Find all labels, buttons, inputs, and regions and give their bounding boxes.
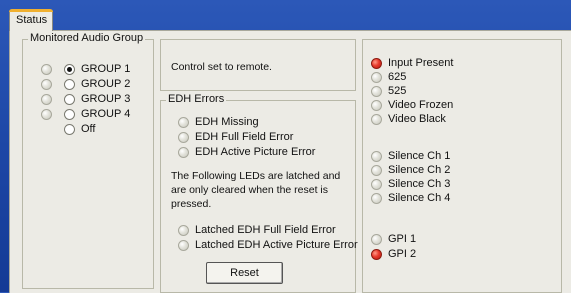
group-4-radio[interactable]: [64, 108, 75, 120]
video-frozen-label: Video Frozen: [388, 99, 454, 111]
group-4-label: GROUP 4: [81, 108, 131, 120]
gpi1-label: GPI 1: [388, 233, 417, 245]
reset-button[interactable]: Reset: [206, 262, 283, 284]
edh-active-picture-led: [178, 146, 189, 158]
group-2-led: [41, 78, 52, 90]
off-label: Off: [81, 123, 96, 135]
silence-ch1-row: Silence Ch 1: [371, 150, 450, 162]
edh-active-picture-label: EDH Active Picture Error: [195, 146, 316, 158]
silence-ch2-led: [371, 164, 382, 176]
group-4-led: [41, 108, 52, 120]
silence-ch4-led: [371, 192, 382, 204]
silence-ch1-led: [371, 150, 382, 162]
group-1-label: GROUP 1: [81, 63, 131, 75]
525-row: 525: [371, 85, 406, 97]
group-2-radio[interactable]: [64, 78, 75, 90]
video-frozen-row: Video Frozen: [371, 99, 453, 111]
tab-status[interactable]: Status: [9, 9, 53, 31]
status-panel: Monitored Audio Group GROUP 1 GROUP 2 GR…: [9, 30, 571, 293]
gpi2-label: GPI 2: [388, 248, 417, 260]
edh-full-field-label: EDH Full Field Error: [195, 131, 294, 143]
silence-ch3-row: Silence Ch 3: [371, 178, 450, 190]
silence-ch2-row: Silence Ch 2: [371, 164, 450, 176]
silence-ch4-row: Silence Ch 4: [371, 192, 450, 204]
group-1-led: [41, 63, 52, 75]
edh-full-field-led: [178, 131, 189, 143]
625-led: [371, 71, 382, 83]
audio-group-box: Monitored Audio Group: [22, 32, 154, 289]
control-message: Control set to remote.: [171, 61, 272, 73]
525-label: 525: [388, 85, 407, 97]
video-frozen-led: [371, 99, 382, 111]
latched-full-field-row: Latched EDH Full Field Error: [178, 224, 336, 236]
gpi2-row: GPI 2: [371, 248, 416, 260]
edh-active-picture-row: EDH Active Picture Error: [178, 146, 315, 158]
input-present-row: Input Present: [371, 57, 453, 69]
audio-group-option-1[interactable]: GROUP 1: [41, 63, 130, 75]
latched-full-field-led: [178, 224, 189, 236]
audio-group-title: Monitored Audio Group: [28, 32, 146, 44]
edh-missing-led: [178, 116, 189, 128]
625-row: 625: [371, 71, 406, 83]
edh-missing-label: EDH Missing: [195, 116, 259, 128]
latched-full-field-label: Latched EDH Full Field Error: [195, 224, 336, 236]
silence-ch3-label: Silence Ch 3: [388, 178, 451, 190]
group-1-radio[interactable]: [64, 63, 75, 75]
silence-ch2-label: Silence Ch 2: [388, 164, 451, 176]
group-2-label: GROUP 2: [81, 78, 131, 90]
input-present-led: [371, 57, 382, 69]
audio-group-option-3[interactable]: GROUP 3: [41, 93, 130, 105]
off-radio[interactable]: [64, 123, 75, 135]
latched-active-picture-label: Latched EDH Active Picture Error: [195, 239, 358, 251]
latched-active-picture-led: [178, 239, 189, 251]
input-present-label: Input Present: [388, 57, 454, 69]
625-label: 625: [388, 71, 407, 83]
latched-note: The Following LEDs are latched and are o…: [171, 170, 341, 210]
silence-ch3-led: [371, 178, 382, 190]
video-black-label: Video Black: [388, 113, 446, 125]
audio-group-option-4[interactable]: GROUP 4: [41, 108, 130, 120]
silence-ch1-label: Silence Ch 1: [388, 150, 451, 162]
group-3-label: GROUP 3: [81, 93, 131, 105]
group-3-radio[interactable]: [64, 93, 75, 105]
video-black-row: Video Black: [371, 113, 446, 125]
gpi1-led: [371, 233, 382, 245]
video-black-led: [371, 113, 382, 125]
group-3-led: [41, 93, 52, 105]
edh-full-field-row: EDH Full Field Error: [178, 131, 293, 143]
audio-group-option-2[interactable]: GROUP 2: [41, 78, 130, 90]
edh-missing-row: EDH Missing: [178, 116, 259, 128]
gpi2-led: [371, 248, 382, 260]
gpi1-row: GPI 1: [371, 233, 416, 245]
525-led: [371, 85, 382, 97]
latched-active-picture-row: Latched EDH Active Picture Error: [178, 239, 358, 251]
audio-group-option-off[interactable]: Off: [64, 123, 95, 135]
silence-ch4-label: Silence Ch 4: [388, 192, 451, 204]
edh-errors-title: EDH Errors: [166, 93, 227, 105]
